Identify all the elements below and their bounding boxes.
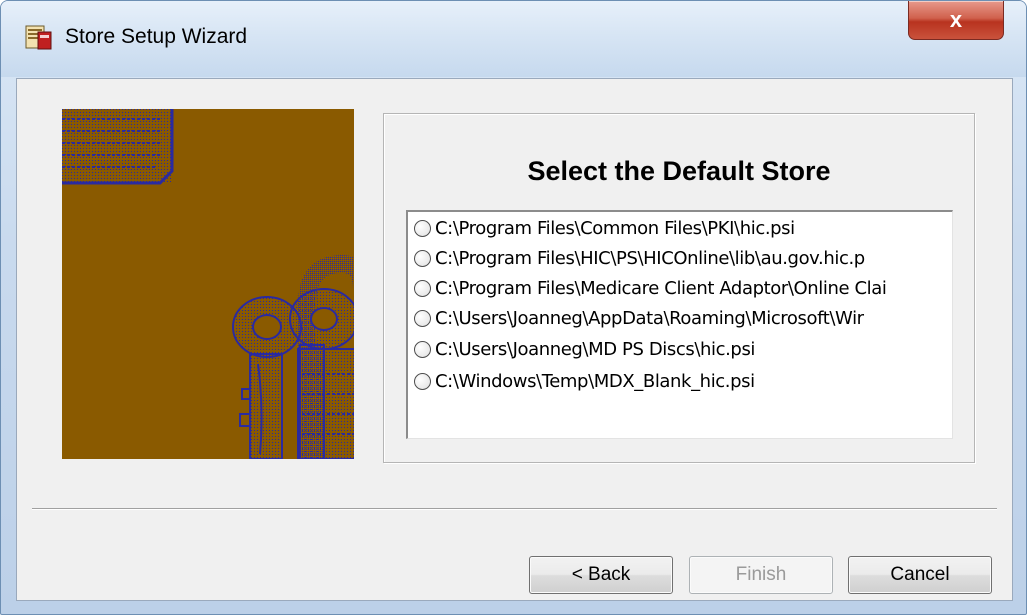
store-option[interactable]: C:\Users\Joanneg\AppData\Roaming\Microso…: [414, 304, 952, 332]
panel-heading: Select the Default Store: [527, 156, 831, 186]
store-path-label: C:\Users\Joanneg\MD PS Discs\hic.psi: [435, 338, 756, 360]
close-button[interactable]: x: [908, 1, 1004, 40]
store-option[interactable]: C:\Users\Joanneg\MD PS Discs\hic.psi: [414, 335, 952, 363]
radio-button-icon[interactable]: [414, 249, 431, 267]
radio-button-icon[interactable]: [414, 309, 431, 327]
store-option[interactable]: C:\Program Files\Medicare Client Adaptor…: [414, 274, 952, 302]
radio-button-icon[interactable]: [414, 279, 431, 297]
window-title: Store Setup Wizard: [65, 25, 248, 48]
store-option[interactable]: C:\Windows\Temp\MDX_Blank_hic.psi: [414, 367, 952, 395]
store-path-label: C:\Users\Joanneg\AppData\Roaming\Microso…: [435, 307, 864, 329]
store-path-label: C:\Program Files\HIC\PS\HICOnline\lib\au…: [435, 247, 865, 269]
store-path-label: C:\Program Files\Medicare Client Adaptor…: [435, 277, 887, 299]
store-option[interactable]: C:\Program Files\Common Files\PKI\hic.ps…: [414, 214, 952, 242]
close-icon: x: [949, 7, 963, 32]
wizard-body: Select the Default Store C:\Program File…: [16, 78, 1013, 601]
keys-and-lock-illustration: [62, 109, 354, 459]
finish-button[interactable]: Finish: [689, 556, 833, 594]
title-bar[interactable]: Store Setup Wizard x: [1, 1, 1026, 77]
store-path-label: C:\Windows\Temp\MDX_Blank_hic.psi: [435, 370, 755, 392]
radio-button-icon[interactable]: [414, 372, 431, 390]
radio-button-icon[interactable]: [414, 340, 431, 358]
cancel-button[interactable]: Cancel: [848, 556, 992, 594]
separator-line: [32, 508, 997, 510]
store-selection-panel: Select the Default Store C:\Program File…: [383, 113, 975, 463]
radio-button-icon[interactable]: [414, 219, 431, 237]
back-button[interactable]: < Back: [529, 556, 673, 594]
store-option[interactable]: C:\Program Files\HIC\PS\HICOnline\lib\au…: [414, 244, 952, 272]
wizard-app-icon: [25, 23, 52, 50]
store-listbox[interactable]: C:\Program Files\Common Files\PKI\hic.ps…: [406, 210, 953, 439]
store-path-label: C:\Program Files\Common Files\PKI\hic.ps…: [435, 217, 795, 239]
wizard-window: Store Setup Wizard x Select the Default …: [0, 0, 1027, 615]
